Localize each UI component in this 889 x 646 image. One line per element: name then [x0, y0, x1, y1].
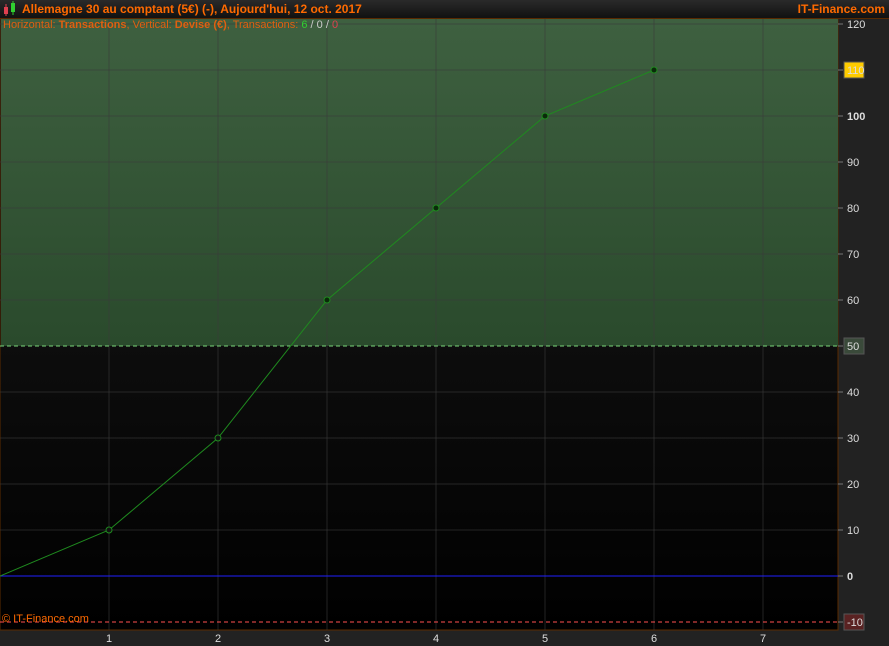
x-tick-label: 3	[324, 633, 330, 645]
sep: /	[322, 19, 332, 31]
y-tick-label: 90	[847, 157, 859, 169]
y-tick-label: 120	[847, 19, 865, 31]
chart-subtitle: Horizontal: Transactions, Vertical: Devi…	[3, 19, 338, 31]
y-tick-label: 60	[847, 295, 859, 307]
y-tick-label: 80	[847, 203, 859, 215]
x-tick-label: 4	[433, 633, 439, 645]
y-tick-label: 20	[847, 479, 859, 491]
losses-count: 0	[331, 19, 339, 31]
data-point	[541, 112, 549, 120]
y-tick-label: 50	[847, 341, 859, 353]
data-point	[650, 66, 658, 74]
v-label: , Vertical:	[126, 19, 175, 31]
h-value: Transactions	[58, 19, 127, 31]
chart-window: Allemagne 30 au comptant (5€) (-), Aujou…	[0, 0, 889, 646]
h-label: Horizontal:	[3, 19, 59, 31]
sep: /	[307, 19, 317, 31]
y-tick-label: 10	[847, 525, 859, 537]
y-tick-label: 0	[847, 571, 853, 583]
data-point	[105, 526, 113, 534]
data-point	[323, 296, 331, 304]
equity-chart: 1 2 3 4 5 6 71201101009080706050403020100-10	[0, 18, 865, 645]
y-tick-label: 70	[847, 249, 859, 261]
y-tick-label: 110	[847, 65, 865, 77]
profit-zone	[1, 19, 838, 346]
y-tick-label: 100	[847, 111, 865, 123]
data-point	[214, 434, 222, 442]
y-tick-label: 40	[847, 387, 859, 399]
y-tick-label: 30	[847, 433, 859, 445]
x-tick-label: 5	[542, 633, 548, 645]
t-label: , Transactions:	[226, 19, 302, 31]
x-tick-label: 2	[215, 633, 221, 645]
copyright: © IT-Finance.com	[2, 613, 89, 625]
y-tick-label: -10	[847, 617, 863, 629]
x-tick-label: 1	[106, 633, 112, 645]
data-point	[432, 204, 440, 212]
x-tick-label: 6	[651, 633, 657, 645]
x-tick-label: 7	[760, 633, 766, 645]
v-value: Devise (€)	[174, 19, 227, 31]
